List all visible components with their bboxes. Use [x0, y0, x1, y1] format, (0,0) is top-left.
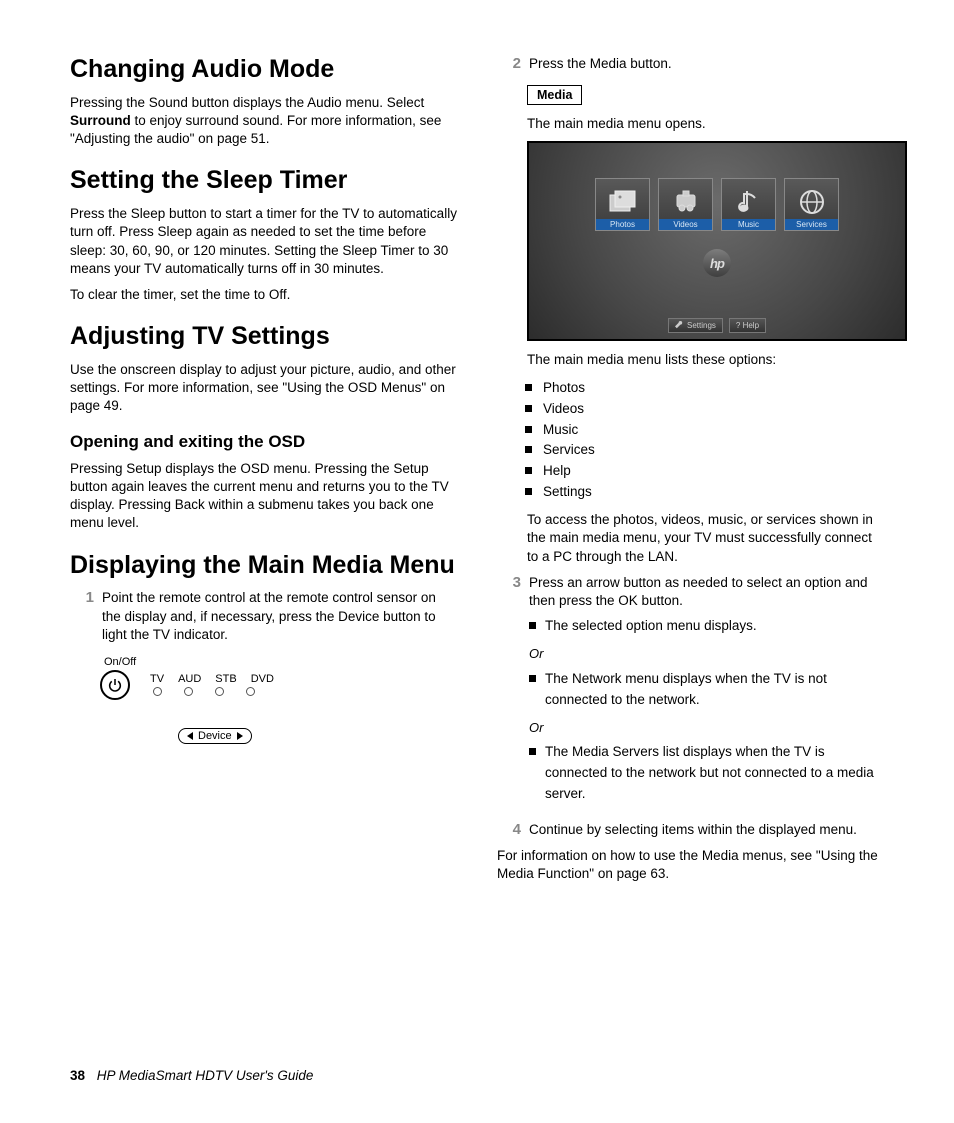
- dev-aud: AUD: [178, 673, 201, 685]
- dev-tv: TV: [150, 673, 164, 685]
- para-adjust: Use the onscreen display to adjust your …: [70, 361, 457, 416]
- bold-surround: Surround: [70, 113, 131, 128]
- music-icon: [738, 188, 760, 216]
- dot-icon: [246, 687, 255, 696]
- text: Pressing the Sound button displays the A…: [70, 95, 424, 110]
- dev-dvd: DVD: [251, 673, 274, 685]
- device-labels: TV AUD STB DVD: [150, 673, 274, 685]
- bb-help: ? Help: [729, 318, 766, 333]
- power-button-icon: [100, 670, 130, 700]
- list-item: Help: [525, 461, 884, 482]
- power-icon: [107, 677, 123, 693]
- para-menu-opens: The main media menu opens.: [527, 115, 884, 133]
- media-button-graphic: Media: [527, 85, 582, 105]
- triangle-left-icon: [187, 732, 193, 740]
- step-number: 4: [507, 821, 521, 839]
- heading-audio-mode: Changing Audio Mode: [70, 55, 457, 84]
- para-sleep2: To clear the timer, set the time to Off.: [70, 286, 457, 304]
- tv-bottom-bar: Settings ? Help: [668, 318, 766, 333]
- heading-sleep-timer: Setting the Sleep Timer: [70, 166, 457, 195]
- heading-media-menu: Displaying the Main Media Menu: [70, 551, 457, 580]
- dev-stb: STB: [215, 673, 236, 685]
- para-audio: Pressing the Sound button displays the A…: [70, 94, 457, 149]
- left-column: Changing Audio Mode Pressing the Sound b…: [70, 55, 457, 1010]
- list-item: Services: [525, 440, 884, 461]
- device-button-icon: Device: [178, 728, 252, 744]
- para-lists-options: The main media menu lists these options:: [527, 351, 884, 369]
- step-1: 1 Point the remote control at the remote…: [80, 589, 457, 644]
- tile-label: Videos: [659, 219, 712, 230]
- subheading-osd: Opening and exiting the OSD: [70, 432, 457, 452]
- step-number: 1: [80, 589, 94, 644]
- dot-icon: [215, 687, 224, 696]
- tile-photos: Photos: [595, 178, 650, 231]
- videos-icon: [673, 189, 699, 215]
- list-item: Settings: [525, 482, 884, 503]
- step-body: Press the Media button.: [529, 55, 884, 73]
- step-body: Continue by selecting items within the d…: [529, 821, 884, 839]
- bb-label: Settings: [687, 321, 716, 330]
- triangle-right-icon: [237, 732, 243, 740]
- para-info: For information on how to use the Media …: [497, 847, 884, 883]
- bb-settings: Settings: [668, 318, 723, 333]
- list-item: The Network menu displays when the TV is…: [529, 669, 884, 711]
- list-item: Music: [525, 420, 884, 441]
- tile-label: Photos: [596, 219, 649, 230]
- tv-screenshot: Photos Videos Music Services hp: [527, 141, 907, 341]
- list-item: Photos: [525, 378, 884, 399]
- wrench-icon: [675, 321, 684, 330]
- tile-videos: Videos: [658, 178, 713, 231]
- or-text: Or: [529, 719, 884, 737]
- photos-icon: [608, 189, 638, 215]
- step-3: 3 Press an arrow button as needed to sel…: [507, 574, 884, 813]
- step-number: 3: [507, 574, 521, 813]
- page-number: 38: [70, 1068, 85, 1083]
- dot-icon: [184, 687, 193, 696]
- para-sleep1: Press the Sleep button to start a timer …: [70, 205, 457, 278]
- list-item: The Media Servers list displays when the…: [529, 742, 884, 805]
- tile-music: Music: [721, 178, 776, 231]
- tile-services: Services: [784, 178, 839, 231]
- tile-label: Music: [722, 219, 775, 230]
- para-osd: Pressing Setup displays the OSD menu. Pr…: [70, 460, 457, 533]
- device-dots: [153, 687, 274, 696]
- para-access: To access the photos, videos, music, or …: [527, 511, 884, 566]
- step-4: 4 Continue by selecting items within the…: [507, 821, 884, 839]
- onoff-label: On/Off: [104, 656, 457, 668]
- heading-adjust-tv: Adjusting TV Settings: [70, 322, 457, 351]
- hp-logo-icon: hp: [703, 249, 731, 277]
- media-tiles: Photos Videos Music Services: [595, 178, 839, 231]
- list-item: Videos: [525, 399, 884, 420]
- step-2: 2 Press the Media button.: [507, 55, 884, 73]
- step-number: 2: [507, 55, 521, 73]
- device-button-label: Device: [198, 730, 232, 742]
- dot-icon: [153, 687, 162, 696]
- step-body: Press an arrow button as needed to selec…: [529, 574, 884, 813]
- tile-label: Services: [785, 219, 838, 230]
- options-list: Photos Videos Music Services Help Settin…: [525, 378, 884, 504]
- page-footer: 38 HP MediaSmart HDTV User's Guide: [70, 1068, 313, 1083]
- footer-title: HP MediaSmart HDTV User's Guide: [97, 1068, 314, 1083]
- list-item: The selected option menu displays.: [529, 616, 884, 637]
- right-column: 2 Press the Media button. Media The main…: [497, 55, 884, 1010]
- step-body: Point the remote control at the remote c…: [102, 589, 457, 644]
- or-text: Or: [529, 645, 884, 663]
- text: Press an arrow button as needed to selec…: [529, 575, 867, 608]
- remote-diagram: On/Off TV AUD STB DVD: [100, 656, 457, 744]
- globe-icon: [798, 188, 826, 216]
